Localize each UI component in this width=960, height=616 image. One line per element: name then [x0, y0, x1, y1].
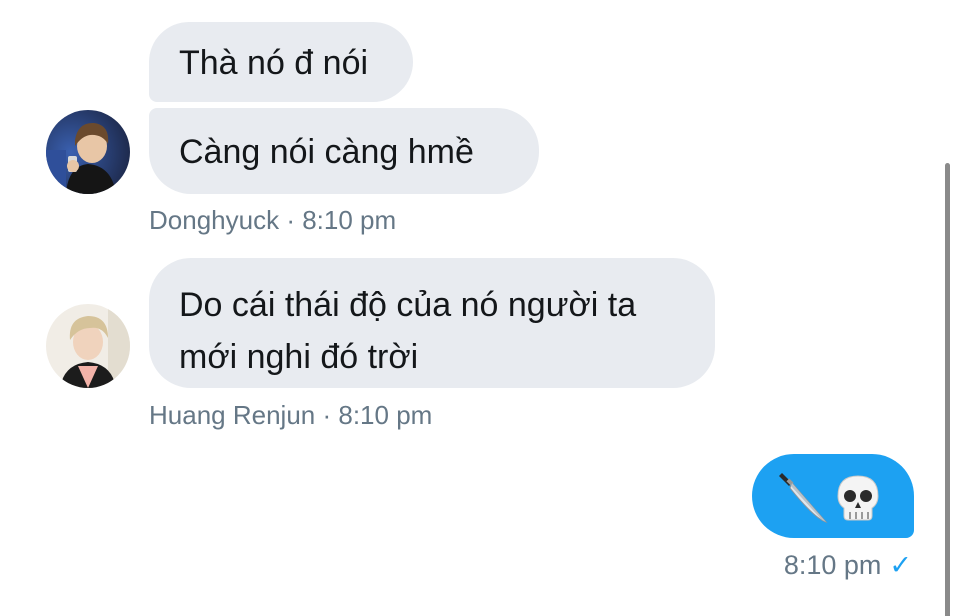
message-bubble[interactable]: Thà nó đ nói — [149, 22, 413, 102]
message-text-line: mới nghi đó trời — [179, 338, 419, 376]
avatar-donghyuck[interactable] — [46, 110, 130, 194]
message-bubble[interactable]: Càng nói càng hmề — [149, 108, 539, 194]
chat-thread: Thà nó đ nói Càng nói càng hmề Donghyuck… — [0, 0, 960, 616]
message-meta: Donghyuck · 8:10 pm — [149, 205, 396, 236]
message-bubble[interactable]: Do cái thái độ của nó người ta mới nghi … — [149, 258, 715, 388]
message-time: 8:10 pm — [783, 550, 882, 580]
message-time: 8:10 pm — [302, 205, 397, 235]
read-check-icon: ✓ — [889, 550, 912, 580]
author-name[interactable]: Donghyuck — [149, 205, 279, 235]
meta-separator: · — [322, 400, 332, 430]
scrollbar[interactable] — [945, 163, 950, 616]
sent-message-meta: 8:10 pm ✓ — [784, 550, 912, 581]
avatar-huang-renjun[interactable] — [46, 304, 130, 388]
skull-icon — [837, 475, 879, 521]
message-meta: Huang Renjun · 8:10 pm — [149, 400, 432, 431]
message-text-line: Do cái thái độ của nó người ta — [179, 286, 637, 324]
knife-icon — [779, 473, 828, 524]
message-time: 8:10 pm — [338, 400, 433, 430]
meta-separator: · — [286, 205, 295, 235]
message-text: Thà nó đ nói — [179, 44, 369, 82]
sent-message-bubble[interactable] — [752, 454, 914, 538]
message-text: Càng nói càng hmề — [179, 133, 474, 171]
author-name[interactable]: Huang Renjun — [149, 400, 315, 430]
